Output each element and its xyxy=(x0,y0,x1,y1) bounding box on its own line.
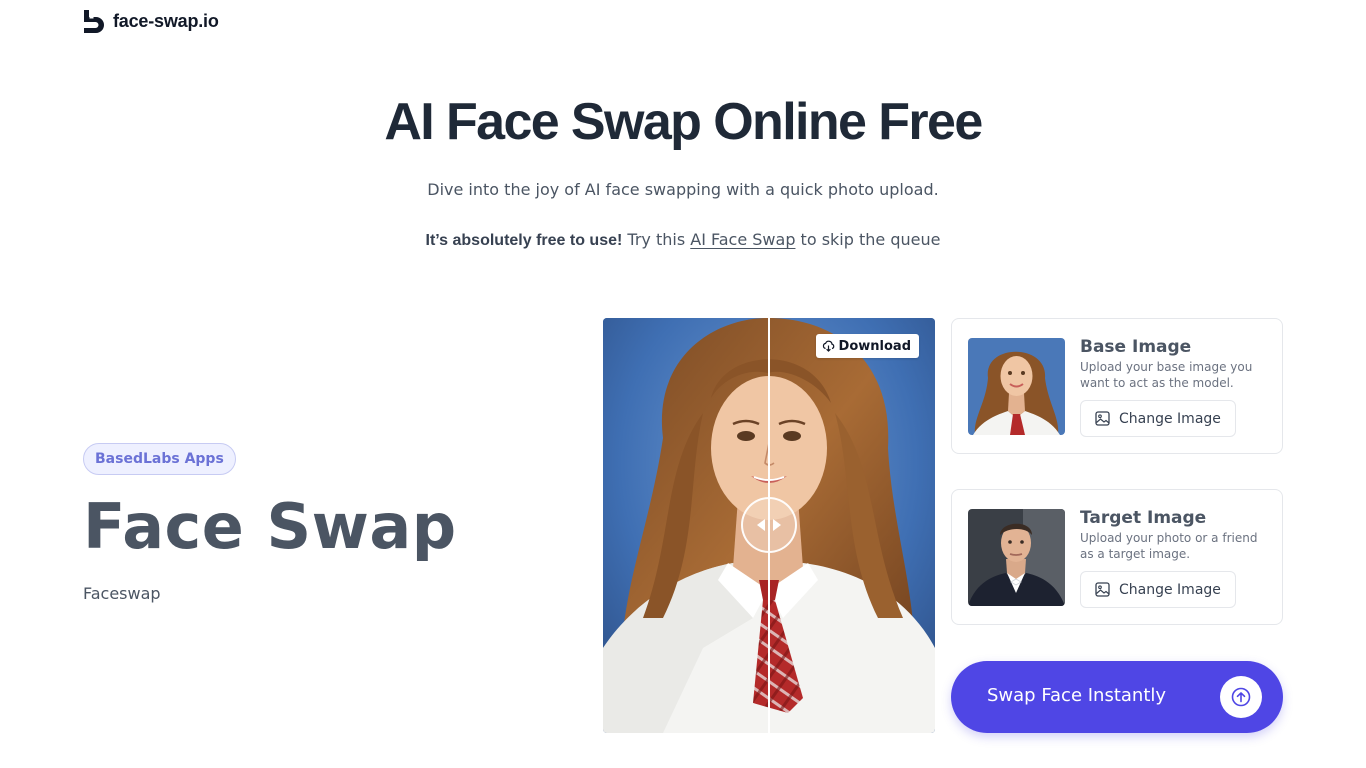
basedlabs-apps-badge[interactable]: BasedLabs Apps xyxy=(83,443,236,475)
logo-link[interactable]: face-swap.io xyxy=(83,8,219,34)
free-pre-link-text: Try this xyxy=(622,230,691,249)
hero-free-line: It’s absolutely free to use! Try this AI… xyxy=(0,230,1366,250)
upload-arrow-icon xyxy=(1220,676,1262,718)
left-right-arrows-icon xyxy=(757,519,781,531)
target-image-thumbnail xyxy=(968,509,1065,606)
change-target-image-label: Change Image xyxy=(1119,581,1221,598)
base-image-card: Base Image Upload your base image you wa… xyxy=(951,318,1283,454)
image-icon xyxy=(1095,411,1110,426)
swap-face-label: Swap Face Instantly xyxy=(987,685,1167,706)
change-target-image-button[interactable]: Change Image xyxy=(1080,571,1236,608)
free-bold-text: It’s absolutely free to use! xyxy=(425,232,623,249)
base-image-description: Upload your base image you want to act a… xyxy=(1080,360,1253,390)
cloud-download-icon xyxy=(822,340,834,352)
app-title: Face Swap xyxy=(83,490,457,563)
target-image-title: Target Image xyxy=(1080,508,1207,528)
base-image-title: Base Image xyxy=(1080,337,1192,357)
change-base-image-label: Change Image xyxy=(1119,410,1221,427)
page-title: AI Face Swap Online Free xyxy=(384,93,983,151)
change-base-image-button[interactable]: Change Image xyxy=(1080,400,1236,437)
app-subtitle: Faceswap xyxy=(83,584,161,603)
image-icon xyxy=(1095,582,1110,597)
target-image-card: Target Image Upload your photo or a frie… xyxy=(951,489,1283,625)
slider-handle[interactable] xyxy=(741,497,797,553)
ai-face-swap-link[interactable]: AI Face Swap xyxy=(690,230,795,249)
free-post-link-text: to skip the queue xyxy=(795,230,941,249)
target-image-description: Upload your photo or a friend as a targe… xyxy=(1080,531,1258,561)
before-after-comparison[interactable]: Download xyxy=(603,318,935,733)
download-button[interactable]: Download xyxy=(815,334,919,358)
hero-subtitle: Dive into the joy of AI face swapping wi… xyxy=(427,180,939,199)
swap-face-button[interactable]: Swap Face Instantly xyxy=(951,661,1283,733)
logo-icon xyxy=(84,9,104,33)
logo-text: face-swap.io xyxy=(113,10,219,31)
download-label: Download xyxy=(838,338,911,354)
base-image-thumbnail xyxy=(968,338,1065,435)
